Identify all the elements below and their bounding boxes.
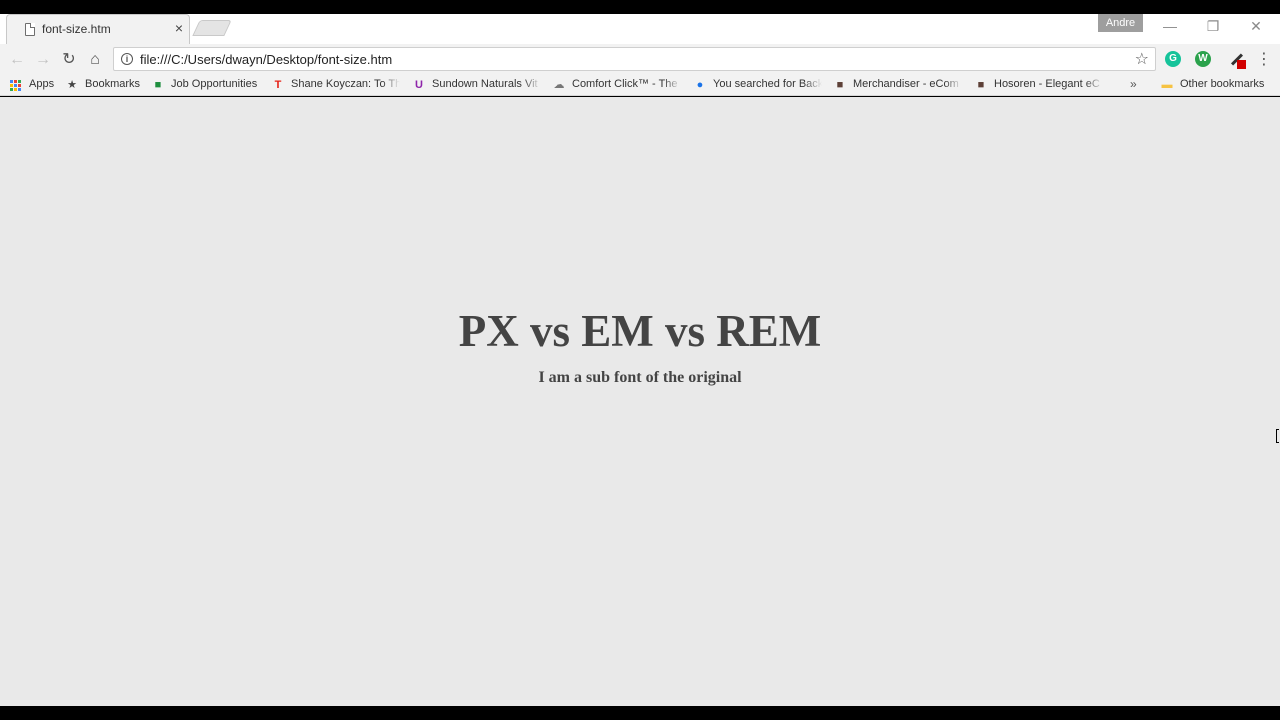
tab-title: font-size.htm: [42, 22, 111, 36]
bookmark-apps[interactable]: Apps: [10, 77, 58, 93]
purple-u-icon: U: [415, 79, 423, 91]
toolbar: ← → ↻ ⌂ i file:///C:/Users/dwayn/Desktop…: [0, 44, 1280, 74]
pen-extension-icon[interactable]: [1228, 51, 1246, 69]
bookmark-bookmarks[interactable]: ★ Bookmarks: [66, 77, 144, 93]
red-square-shape: [1237, 60, 1246, 69]
green-square-icon: ■: [154, 79, 162, 91]
browser-menu-icon[interactable]: ⋮: [1256, 49, 1272, 71]
bookmark-label: Comfort Click™ - The: [572, 78, 678, 90]
minimize-button[interactable]: —: [1150, 14, 1190, 38]
info-icon[interactable]: i: [121, 53, 133, 65]
bookmark-star-icon[interactable]: ☆: [1135, 49, 1149, 69]
home-icon[interactable]: ⌂: [84, 49, 106, 71]
folder-icon: ▬: [1161, 79, 1173, 91]
page-icon: [25, 23, 35, 36]
bookmark-label: Shane Koyczan: To Th: [291, 78, 400, 90]
page-heading: PX vs EM vs REM: [458, 306, 822, 356]
url-text[interactable]: file:///C:/Users/dwayn/Desktop/font-size…: [140, 52, 392, 67]
apps-grid-icon: [10, 79, 22, 91]
bookmark-label: You searched for Back: [713, 78, 822, 90]
red-t-icon: T: [274, 79, 282, 91]
bookmark-label: Job Opportunities: [171, 78, 258, 90]
page-viewport: PX vs EM vs REM I am a sub font of the o…: [0, 97, 1280, 706]
top-letterbox: [0, 0, 1280, 14]
bookmark-label: Merchandiser - eCom: [853, 78, 959, 90]
bookmark-other-bookmarks[interactable]: ▬ Other bookmarks: [1161, 77, 1271, 93]
bookmark-label: Apps: [29, 78, 55, 90]
brown-square-icon: ■: [836, 79, 844, 91]
bookmark-shane-koyczan[interactable]: T Shane Koyczan: To Th: [272, 77, 400, 93]
bookmark-job-opportunities[interactable]: ■ Job Opportunities: [152, 77, 264, 93]
tab-close-icon[interactable]: ×: [171, 20, 187, 36]
chevron-double-right-icon[interactable]: »: [1130, 77, 1137, 91]
cloud-icon: ☁: [553, 79, 565, 91]
bookmark-comfort-click[interactable]: ☁ Comfort Click™ - The: [553, 77, 681, 93]
grammarly-extension-icon[interactable]: G: [1165, 51, 1181, 67]
forward-icon[interactable]: →: [32, 49, 54, 71]
blue-circle-icon: ●: [696, 79, 704, 91]
bookmark-sundown-naturals[interactable]: U Sundown Naturals Vit: [413, 77, 541, 93]
reload-icon[interactable]: ↻: [58, 49, 80, 71]
bookmark-hosoren[interactable]: ■ Hosoren - Elegant eC: [975, 77, 1103, 93]
page-subheading: I am a sub font of the original: [538, 369, 742, 386]
bookmark-label: Hosoren - Elegant eC: [994, 78, 1100, 90]
bookmark-label: Sundown Naturals Vit: [432, 78, 538, 90]
bookmark-you-searched[interactable]: ● You searched for Back: [694, 77, 822, 93]
title-bar: [0, 14, 1280, 44]
close-window-button[interactable]: ✕: [1236, 14, 1276, 38]
w-extension-icon[interactable]: W: [1195, 51, 1211, 67]
profile-badge[interactable]: Andre: [1098, 14, 1143, 32]
bookmark-label: Bookmarks: [85, 78, 141, 90]
brown-square-icon: ■: [977, 79, 985, 91]
tab-font-size[interactable]: font-size.htm ×: [6, 14, 190, 44]
address-bar[interactable]: i file:///C:/Users/dwayn/Desktop/font-si…: [113, 47, 1156, 71]
restore-button[interactable]: ❐: [1193, 14, 1233, 38]
star-icon: ★: [67, 79, 77, 91]
bookmark-merchandiser[interactable]: ■ Merchandiser - eCom: [834, 77, 962, 93]
bookmark-label: Other bookmarks: [1180, 78, 1265, 90]
text-cursor-icon: [1276, 429, 1279, 443]
back-icon[interactable]: ←: [6, 49, 28, 71]
bookmarks-bar: Apps ★ Bookmarks ■ Job Opportunities T S…: [0, 74, 1280, 96]
bottom-letterbox: [0, 706, 1280, 720]
